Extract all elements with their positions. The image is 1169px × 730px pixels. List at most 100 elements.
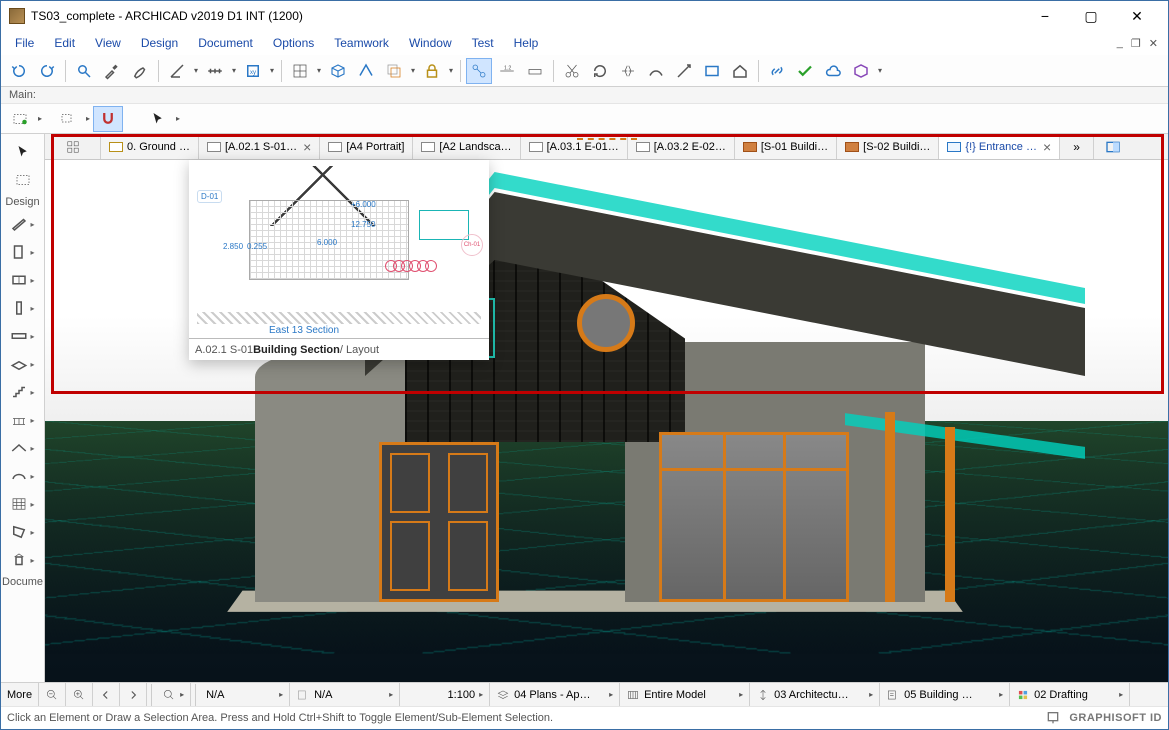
door-tool[interactable] (7, 240, 31, 264)
zoom-next-button[interactable] (120, 683, 147, 706)
tab-a2[interactable]: [A2 Landsca… (413, 134, 520, 159)
object-tool[interactable] (7, 548, 31, 572)
arrow-tool[interactable] (11, 140, 35, 164)
menu-edit[interactable]: Edit (46, 34, 83, 52)
pointer-button[interactable] (143, 106, 173, 132)
window-tool[interactable] (7, 268, 31, 292)
minimize-button[interactable]: − (1022, 1, 1068, 31)
extend-button[interactable] (671, 58, 697, 84)
override-field[interactable]: 05 Building …▸ (880, 683, 1010, 706)
cloud-button[interactable] (820, 58, 846, 84)
slab-tool[interactable] (7, 352, 31, 376)
column-tool[interactable] (7, 296, 31, 320)
undo-button[interactable] (6, 58, 32, 84)
tab-a021-close[interactable]: × (303, 140, 311, 154)
box3d-dropdown[interactable]: ▾ (875, 66, 885, 75)
more-button[interactable]: More (1, 683, 39, 706)
tab-entrance[interactable]: {!} Entrance …× (939, 134, 1060, 159)
menu-test[interactable]: Test (464, 34, 502, 52)
curtain-tool[interactable] (7, 492, 31, 516)
measure-line-button[interactable] (202, 58, 228, 84)
pin-icon[interactable] (1045, 710, 1061, 726)
trim-button[interactable] (643, 58, 669, 84)
mdi-close-button[interactable]: ✕ (1149, 37, 1158, 50)
check-button[interactable] (792, 58, 818, 84)
marquee-dropdown[interactable]: ▸ (35, 114, 45, 123)
redo-button[interactable] (34, 58, 60, 84)
beam-tool[interactable] (7, 324, 31, 348)
tab-s02[interactable]: [S-02 Buildi… (837, 134, 939, 159)
menu-options[interactable]: Options (265, 34, 322, 52)
maximize-button[interactable]: ▢ (1068, 1, 1114, 31)
brush-button[interactable] (127, 58, 153, 84)
rotate-button[interactable] (587, 58, 613, 84)
link-button[interactable] (764, 58, 790, 84)
measure-angle-dropdown[interactable]: ▾ (191, 66, 201, 75)
menu-window[interactable]: Window (401, 34, 460, 52)
split-button[interactable] (615, 58, 641, 84)
grid-dropdown[interactable]: ▾ (314, 66, 324, 75)
pointer-dropdown[interactable]: ▸ (173, 114, 183, 123)
tab-a4[interactable]: [A4 Portrait] (320, 134, 413, 159)
menu-file[interactable]: File (7, 34, 42, 52)
tab-overview-button[interactable] (45, 134, 101, 159)
tab-s01[interactable]: [S-01 Buildi… (735, 134, 837, 159)
home-button[interactable] (727, 58, 753, 84)
plane-button[interactable] (353, 58, 379, 84)
measure-xy-button[interactable]: xy (240, 58, 266, 84)
dimension-button[interactable]: 1.2 (494, 58, 520, 84)
model-filter-field[interactable]: Entire Model▸ (620, 683, 750, 706)
na1-field[interactable]: N/A▸ (200, 683, 290, 706)
window-tool-button[interactable] (699, 58, 725, 84)
zoom-reset-button[interactable]: ▸ (156, 683, 191, 706)
layer-combo-field[interactable]: 04 Plans - Ap…▸ (490, 683, 620, 706)
grid-button[interactable] (287, 58, 313, 84)
measure-line-dropdown[interactable]: ▾ (229, 66, 239, 75)
dimension2-button[interactable] (522, 58, 548, 84)
connection-button[interactable] (466, 58, 492, 84)
select-rect-button[interactable] (53, 106, 83, 132)
zoom-in-button[interactable] (66, 683, 93, 706)
trace-button[interactable] (381, 58, 407, 84)
tab-entrance-close[interactable]: × (1043, 140, 1051, 154)
box3d-button[interactable] (848, 58, 874, 84)
canvas-area[interactable]: 0. Ground … [A.02.1 S-01…× [A4 Portrait]… (45, 134, 1168, 682)
trace-dropdown[interactable]: ▾ (408, 66, 418, 75)
stair-tool[interactable] (7, 380, 31, 404)
cut-button[interactable] (559, 58, 585, 84)
railing-tool[interactable] (7, 408, 31, 432)
penset-field[interactable]: 02 Drafting▸ (1010, 683, 1130, 706)
tab-a032[interactable]: [A.03.2 E-02… (628, 134, 735, 159)
zoom-out-button[interactable] (39, 683, 66, 706)
menu-view[interactable]: View (87, 34, 129, 52)
tab-ground[interactable]: 0. Ground … (101, 134, 199, 159)
menu-help[interactable]: Help (506, 34, 547, 52)
renovation-field[interactable]: 03 Architectu…▸ (750, 683, 880, 706)
select-rect-dropdown[interactable]: ▸ (83, 114, 93, 123)
menu-design[interactable]: Design (133, 34, 186, 52)
menu-teamwork[interactable]: Teamwork (326, 34, 397, 52)
na2-field[interactable]: N/A▸ (290, 683, 400, 706)
menu-document[interactable]: Document (190, 34, 261, 52)
wall-tool[interactable] (7, 212, 31, 236)
eyedrop-button[interactable] (99, 58, 125, 84)
tab-a021[interactable]: [A.02.1 S-01…× (199, 134, 320, 159)
magnet-button[interactable] (93, 106, 123, 132)
marquee-tool[interactable] (11, 168, 35, 192)
measure-xy-dropdown[interactable]: ▾ (267, 66, 277, 75)
tab-navigator-button[interactable] (1094, 134, 1132, 159)
shell-tool[interactable] (7, 464, 31, 488)
tab-more-button[interactable]: » (1060, 134, 1094, 159)
measure-angle-button[interactable] (164, 58, 190, 84)
roof-tool[interactable] (7, 436, 31, 460)
mdi-minimize-button[interactable]: _ (1117, 37, 1123, 49)
brand-label[interactable]: GRAPHISOFT ID (1069, 712, 1162, 724)
lock-dropdown[interactable]: ▾ (446, 66, 456, 75)
cube-button[interactable] (325, 58, 351, 84)
marquee-button[interactable] (5, 106, 35, 132)
mdi-restore-button[interactable]: ❐ (1131, 37, 1141, 50)
morph-tool[interactable] (7, 520, 31, 544)
zoom-prev-button[interactable] (93, 683, 120, 706)
lock-button[interactable] (419, 58, 445, 84)
scale-field[interactable]: 1:100▸ (400, 683, 490, 706)
